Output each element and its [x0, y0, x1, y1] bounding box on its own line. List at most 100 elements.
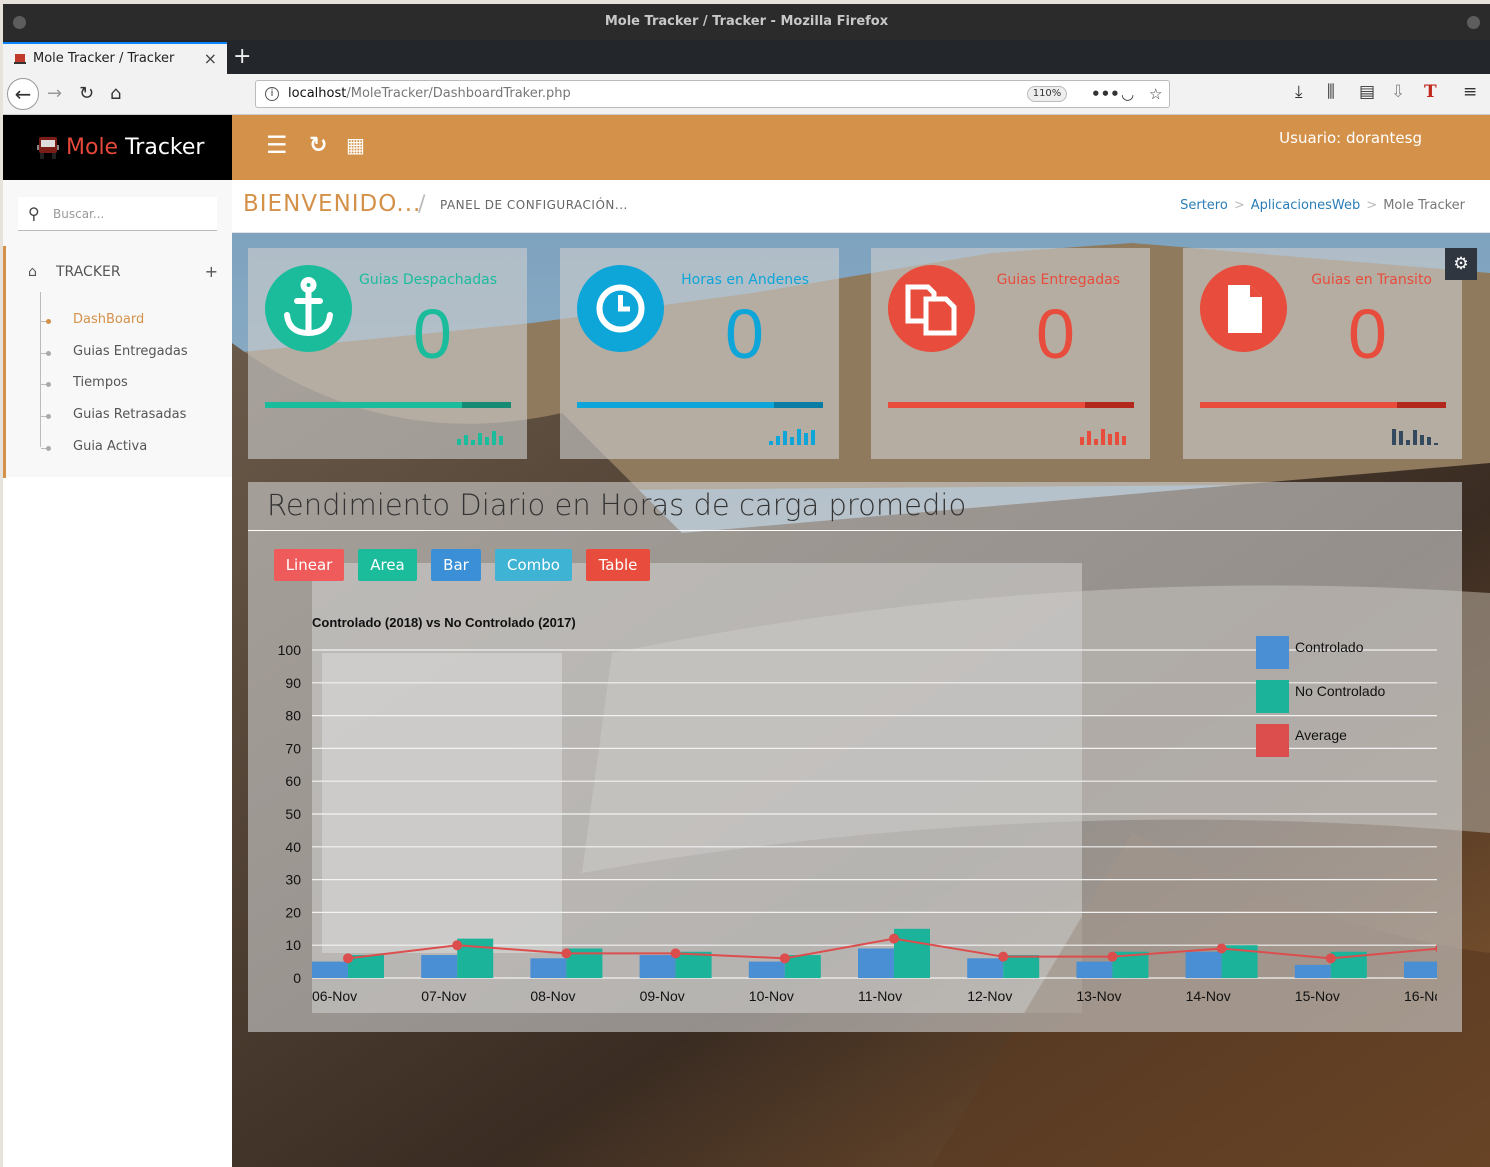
x-tick-label: 07-Nov — [421, 988, 466, 1004]
file-icon — [1228, 285, 1262, 333]
stat-card-horas-en-andenes[interactable]: Horas en Andenes 0 — [560, 248, 839, 459]
bar-controlado — [1076, 961, 1113, 978]
sidebar-active-accent — [3, 246, 6, 478]
sparkline-icon — [769, 429, 815, 445]
sparkline-icon — [1392, 429, 1438, 445]
bar-controlado — [748, 961, 785, 978]
download-icon[interactable]: ⤓ — [1295, 82, 1303, 102]
search-input[interactable]: ⚲ Buscar... — [18, 197, 217, 231]
bar-chart: Controlado (2018) vs No Controlado (2017… — [278, 615, 1437, 1004]
stat-card-guias-despachadas[interactable]: Guias Despachadas 0 — [248, 248, 527, 459]
breadcrumb-aplicacionesweb[interactable]: AplicacionesWeb — [1251, 198, 1361, 213]
y-tick-label: 70 — [285, 740, 301, 756]
site-info-icon[interactable]: i — [265, 87, 279, 101]
combo-button[interactable]: Combo — [495, 549, 572, 581]
x-tick-label: 14-Nov — [1186, 988, 1231, 1004]
bar-controlado — [1294, 964, 1331, 978]
page-subtitle: PANEL DE CONFIGURACIÓN... — [440, 198, 628, 212]
zoom-indicator[interactable]: 110% — [1027, 86, 1067, 102]
average-point — [343, 953, 353, 964]
average-point — [1216, 943, 1227, 954]
progress-rest — [1396, 402, 1446, 408]
stat-card-guias-entregadas[interactable]: Guias Entregadas 0 — [871, 248, 1150, 459]
pocket-icon[interactable]: ◡ — [1121, 81, 1134, 107]
web-app: Mole Tracker ☰ ↻ ▦ Usuario: dorantesg ⚲ … — [3, 115, 1490, 1167]
breadcrumb-sertero[interactable]: Sertero — [1180, 198, 1228, 213]
download-arrow-icon[interactable]: ⇩ — [1391, 82, 1405, 102]
breadcrumb: Sertero > AplicacionesWeb > Mole Tracker — [1180, 198, 1465, 213]
page-title: BIENVENIDO... — [243, 191, 422, 217]
tab-mole-tracker[interactable]: Mole Tracker / Tracker × — [3, 42, 227, 74]
main-content: BIENVENIDO... / PANEL DE CONFIGURACIÓN..… — [232, 180, 1490, 1167]
extension-t-icon[interactable]: T — [1424, 82, 1437, 102]
forward-button[interactable]: → — [47, 82, 62, 106]
y-tick-label: 30 — [285, 872, 301, 888]
sparkline-bar — [1108, 434, 1112, 445]
bookmark-star-icon[interactable]: ☆ — [1149, 81, 1162, 107]
top-bar: ☰ ↻ ▦ Usuario: dorantesg — [232, 115, 1490, 180]
average-point — [561, 948, 572, 959]
sparkline-icon — [1080, 429, 1126, 445]
bullet-icon — [46, 446, 51, 451]
bar-controlado — [530, 958, 567, 978]
user-label[interactable]: Usuario: dorantesg — [1279, 129, 1422, 147]
search-icon: ⚲ — [28, 204, 40, 223]
legend-swatch — [1256, 636, 1289, 669]
reload-button[interactable]: ↻ — [79, 82, 94, 106]
card-circle — [265, 265, 352, 352]
tree-line — [40, 292, 41, 447]
bar-controlado — [639, 955, 676, 978]
window-menu-button[interactable] — [13, 16, 26, 29]
bullet-icon — [46, 382, 51, 387]
sidebar-toggle-icon[interactable]: ▤ — [1359, 82, 1375, 102]
sparkline-bar — [457, 439, 461, 445]
card-title: Horas en Andenes — [681, 272, 809, 288]
card-circle — [577, 265, 664, 352]
sparkline-bar — [478, 433, 482, 445]
x-tick-label: 08-Nov — [530, 988, 575, 1004]
bar-button[interactable]: Bar — [431, 549, 481, 581]
tab-strip: Mole Tracker / Tracker × + — [3, 40, 1490, 74]
card-progress-bar — [265, 402, 511, 408]
bar-controlado — [421, 955, 458, 978]
x-tick-label: 06-Nov — [312, 988, 357, 1004]
settings-gear-icon[interactable]: ⚙ — [1445, 248, 1477, 280]
refresh-icon[interactable]: ↻ — [309, 133, 327, 158]
x-tick-label: 13-Nov — [1076, 988, 1121, 1004]
area-button[interactable]: Area — [358, 549, 417, 581]
menu-toggle-icon[interactable]: ☰ — [266, 131, 288, 159]
expand-plus-icon[interactable]: + — [205, 260, 218, 284]
linear-button[interactable]: Linear — [274, 549, 344, 581]
bar-controlado — [1185, 951, 1222, 978]
divider — [248, 530, 1462, 531]
tab-close-button[interactable]: × — [204, 44, 217, 74]
window-close-button[interactable] — [1467, 16, 1480, 29]
bar-no-controlado — [784, 955, 821, 978]
average-point — [670, 948, 681, 959]
table-button[interactable]: Table — [586, 549, 650, 581]
bar-no-controlado — [1003, 955, 1040, 978]
url-bar[interactable]: i localhost/MoleTracker/DashboardTraker.… — [255, 80, 1170, 108]
x-tick-label: 09-Nov — [640, 988, 685, 1004]
breadcrumb-separator: > — [1366, 198, 1378, 213]
page-header: BIENVENIDO... / PANEL DE CONFIGURACIÓN..… — [232, 180, 1490, 233]
average-point — [889, 933, 899, 944]
anchor-icon — [284, 277, 333, 337]
grid-icon[interactable]: ▦ — [346, 133, 365, 157]
sparkline-bar — [776, 436, 780, 445]
back-button[interactable]: ← — [7, 78, 39, 110]
sidebar-section-tracker[interactable]: ⌂ TRACKER + — [28, 260, 218, 284]
hamburger-menu-icon[interactable]: ≡ — [1463, 82, 1477, 102]
sparkline-bar — [1115, 432, 1119, 445]
stat-card-guias-en-transito[interactable]: Guias en Transito 0 — [1183, 248, 1462, 459]
brand-logo[interactable]: Mole Tracker — [3, 115, 232, 180]
page-actions-button[interactable]: ••• — [1091, 81, 1120, 107]
card-value: 0 — [1036, 295, 1075, 373]
chart-panel: Rendimiento Diario en Horas de carga pro… — [248, 482, 1462, 1032]
library-icon[interactable]: ⫼ — [1327, 82, 1335, 102]
search-placeholder: Buscar... — [53, 207, 105, 221]
sparkline-bar — [1122, 436, 1126, 445]
new-tab-button[interactable]: + — [233, 42, 251, 72]
home-button[interactable]: ⌂ — [110, 82, 121, 106]
bar-no-controlado — [894, 928, 930, 978]
